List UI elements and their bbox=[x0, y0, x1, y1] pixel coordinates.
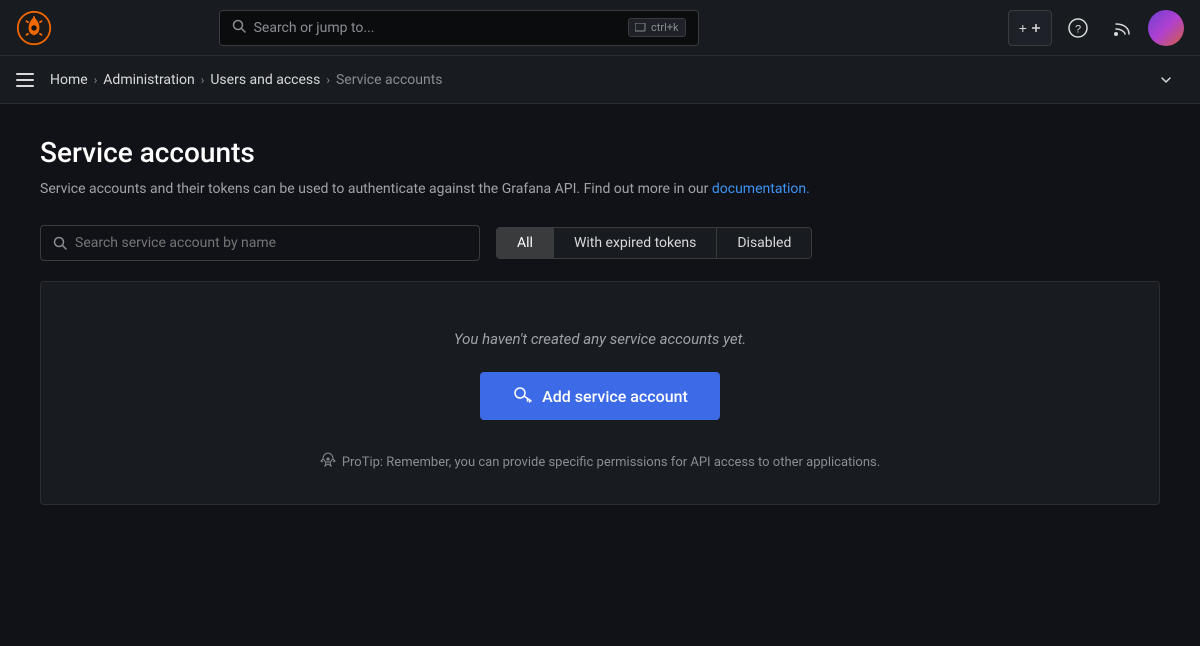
search-placeholder: Search or jump to... bbox=[254, 20, 620, 36]
breadcrumb-bar: Home › Administration › Users and access… bbox=[0, 56, 1200, 104]
keyboard-shortcut: ctrl+k bbox=[628, 18, 686, 37]
breadcrumb-administration[interactable]: Administration bbox=[103, 72, 194, 88]
svg-text:?: ? bbox=[1075, 23, 1081, 35]
protip-text: ProTip: Remember, you can provide specif… bbox=[320, 444, 880, 472]
add-new-button[interactable]: + bbox=[1008, 10, 1052, 46]
search-input[interactable] bbox=[75, 235, 467, 251]
search-input-wrap[interactable] bbox=[40, 225, 480, 261]
filter-tabs: All With expired tokens Disabled bbox=[496, 227, 812, 259]
breadcrumb-home[interactable]: Home bbox=[50, 72, 88, 88]
breadcrumb-collapse-button[interactable] bbox=[1148, 62, 1184, 98]
page-description: Service accounts and their tokens can be… bbox=[40, 181, 840, 197]
help-button[interactable]: ? bbox=[1060, 10, 1096, 46]
breadcrumb-users-and-access[interactable]: Users and access bbox=[210, 72, 320, 88]
search-icon bbox=[232, 19, 246, 37]
user-avatar[interactable] bbox=[1148, 10, 1184, 46]
filter-row: All With expired tokens Disabled bbox=[40, 225, 1160, 261]
app-logo[interactable] bbox=[16, 10, 52, 46]
hamburger-menu[interactable] bbox=[16, 73, 34, 87]
global-search-bar[interactable]: Search or jump to... ctrl+k bbox=[219, 10, 699, 46]
key-icon bbox=[512, 384, 532, 408]
filter-tab-all[interactable]: All bbox=[497, 228, 554, 258]
rss-button[interactable] bbox=[1104, 10, 1140, 46]
filter-tab-expired[interactable]: With expired tokens bbox=[554, 228, 717, 258]
breadcrumb: Home › Administration › Users and access… bbox=[50, 72, 1140, 88]
add-service-account-label: Add service account bbox=[542, 387, 688, 406]
search-input-icon bbox=[53, 236, 67, 250]
rocket-icon bbox=[320, 452, 336, 472]
top-navigation: Search or jump to... ctrl+k + ? bbox=[0, 0, 1200, 56]
breadcrumb-separator-3: › bbox=[326, 73, 330, 87]
filter-tab-disabled[interactable]: Disabled bbox=[717, 228, 811, 258]
breadcrumb-current: Service accounts bbox=[336, 72, 443, 88]
empty-state-card: You haven't created any service accounts… bbox=[40, 281, 1160, 505]
breadcrumb-separator-1: › bbox=[94, 73, 98, 87]
page-title: Service accounts bbox=[40, 136, 1160, 169]
breadcrumb-separator-2: › bbox=[201, 73, 205, 87]
main-content: Service accounts Service accounts and th… bbox=[0, 104, 1200, 537]
documentation-link[interactable]: documentation. bbox=[712, 181, 810, 197]
empty-state-message: You haven't created any service accounts… bbox=[454, 330, 746, 348]
nav-actions: + ? bbox=[1008, 10, 1184, 46]
add-service-account-button[interactable]: Add service account bbox=[480, 372, 720, 420]
